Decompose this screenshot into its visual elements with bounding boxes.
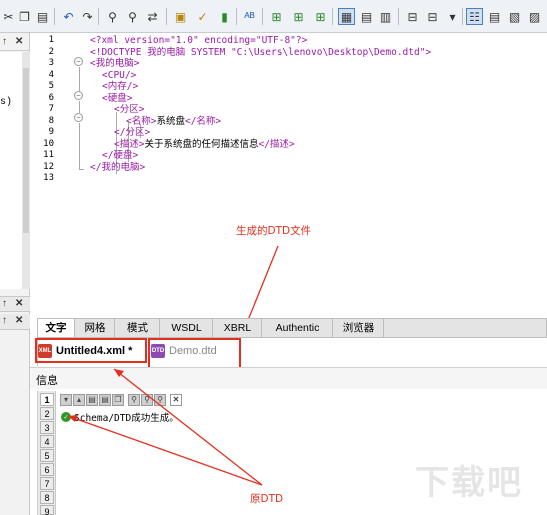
toolbar-separator (98, 8, 99, 25)
close-icon[interactable]: ✕ (15, 36, 23, 47)
pane-splitter[interactable]: ↑ ✕ (0, 296, 30, 312)
toolbar-separator (166, 8, 167, 25)
toolbar-separator (236, 8, 237, 25)
close-icon[interactable]: ✕ (15, 315, 23, 326)
scrollbar-thumb[interactable] (23, 68, 29, 233)
spellcheck-icon[interactable]: ᴬᴮ (241, 8, 258, 25)
toolbar-separator (54, 8, 55, 25)
validate-icon[interactable]: ✓ (194, 8, 211, 25)
project-pane-header: ↑ ✕ (0, 33, 30, 51)
layout-icon[interactable]: ⊟ (404, 8, 421, 25)
schema-icon[interactable]: ⊞ (312, 8, 329, 25)
check-wellformed-icon[interactable]: ▣ (172, 8, 189, 25)
project-list[interactable]: s) (0, 52, 22, 289)
text-editor[interactable]: 1 2 3 4 5 6 7 8 9 10 11 12 13 − − − <?xml version="1… (30, 33, 547, 346)
redo-icon[interactable]: ↷ (79, 8, 96, 25)
schema-view-icon[interactable]: ▥ (377, 8, 394, 25)
document-icon[interactable]: ▤ (486, 8, 503, 25)
copy-icon[interactable]: ❐ (16, 8, 33, 25)
tree-icon[interactable]: ☷ (466, 8, 483, 25)
project-pane: ↑ ✕ s) ↑ ✕ ↑ ✕ (0, 33, 30, 515)
pin-icon[interactable]: ↑ (2, 298, 7, 309)
find-next-icon[interactable]: ⚲ (124, 8, 141, 25)
grid-view-icon[interactable]: ▤ (358, 8, 375, 25)
cut-icon[interactable]: ✂ (0, 8, 17, 25)
find-icon[interactable]: ⚲ (104, 8, 121, 25)
paste-icon[interactable]: ▤ (34, 8, 51, 25)
pin-icon[interactable]: ↑ (2, 36, 7, 47)
xquery-icon[interactable]: ⊞ (290, 8, 307, 25)
xslt-icon[interactable]: ⊞ (268, 8, 285, 25)
arrow-line (113, 368, 263, 486)
arrow-head (68, 415, 78, 422)
pin-icon[interactable]: ↑ (2, 315, 7, 326)
main-toolbar: ✂ ❐ ▤ ↶ ↷ ⚲ ⚲ ⇄ ▣ ✓ ▮ ᴬᴮ ⊞ ⊞ ⊞ ▦ ▤ ▥ ⊟ ⊟… (0, 0, 547, 33)
print-icon[interactable]: ▧ (506, 8, 523, 25)
toolbar-separator (462, 8, 463, 25)
toolbar-separator (332, 8, 333, 25)
toolbar-separator (262, 8, 263, 25)
close-icon[interactable]: ✕ (15, 298, 23, 309)
db-icon[interactable]: ▨ (526, 8, 543, 25)
browser-icon[interactable]: ⊟ (424, 8, 441, 25)
watermark-logo: 下载吧 (415, 463, 523, 503)
annotation-arrows (235, 245, 279, 346)
validate-xml-icon[interactable]: ▮ (216, 8, 233, 25)
toolbar-separator (398, 8, 399, 25)
pane-header: ↑ ✕ (0, 314, 30, 330)
options-icon[interactable]: ▾ (444, 8, 461, 25)
arrow-line (67, 415, 263, 486)
text-view-icon[interactable]: ▦ (338, 8, 355, 25)
replace-icon[interactable]: ⇄ (144, 8, 161, 25)
project-item-text: s) (0, 97, 13, 108)
undo-icon[interactable]: ↶ (60, 8, 77, 25)
